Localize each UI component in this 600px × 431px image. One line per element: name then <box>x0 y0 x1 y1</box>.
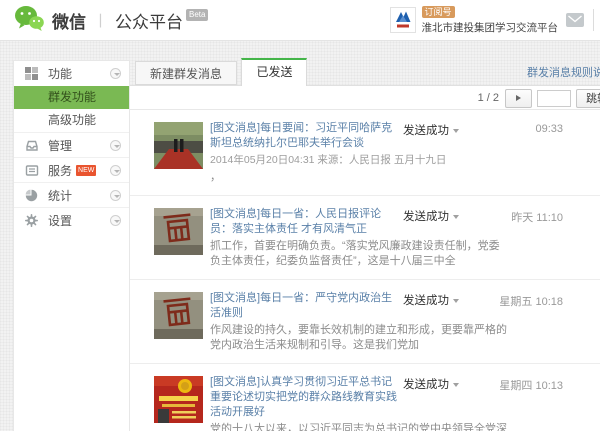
send-status-dropdown[interactable]: 发送成功 <box>403 122 459 138</box>
collapse-toggle-icon[interactable] <box>110 165 121 176</box>
main-content: 新建群发消息 已发送 群发消息规则说明 1 / 2 跳转 <box>130 41 600 431</box>
send-status-dropdown[interactable]: 发送成功 <box>403 376 459 392</box>
account-name: 淮北市建投集团学习交流平台 <box>422 20 559 35</box>
sidebar-item-advanced-features[interactable]: 高级功能 <box>14 109 129 132</box>
envelope-icon[interactable] <box>566 13 584 27</box>
collapse-toggle-icon[interactable] <box>110 215 121 226</box>
message-list-item[interactable]: [图文消息]每日一省：人民日报评论员：落实主体责任 才有风清气正 抓工作，首要在… <box>130 196 600 280</box>
message-digest: 作风建设的持久，要靠长效机制的建立和形成，更要靠严格的党内政治生活来规制和引导。… <box>210 323 510 353</box>
status-dropdown-caret <box>453 383 459 390</box>
page-indicator: 1 / 2 <box>478 92 499 104</box>
sidebar-label: 统计 <box>48 187 72 204</box>
sidebar-label: 服务 <box>48 162 72 179</box>
sidebar-submenu: 群发功能 高级功能 <box>14 86 129 132</box>
next-page-icon <box>516 95 524 101</box>
message-list-item[interactable]: [图文消息]每日要闻：习近平同哈萨克斯坦总统纳扎尔巴耶夫举行会谈 2014年05… <box>130 110 600 196</box>
wechat-logo-icon <box>14 5 44 36</box>
tab-sent[interactable]: 已发送 <box>241 58 307 86</box>
sidebar-item-statistics[interactable]: 统计 <box>14 182 129 207</box>
message-time: 星期五 10:18 <box>499 293 563 309</box>
send-status-label: 发送成功 <box>403 376 449 392</box>
tab-bar: 新建群发消息 已发送 群发消息规则说明 <box>130 58 600 85</box>
send-status-dropdown[interactable]: 发送成功 <box>403 208 459 224</box>
sidebar: 功能 群发功能 高级功能 管理 服务 <box>13 60 130 431</box>
message-digest: ， <box>210 170 510 185</box>
collapse-toggle-icon[interactable] <box>110 190 121 201</box>
thumbnail-stone-inscription[interactable] <box>154 208 203 255</box>
message-title-link[interactable]: [图文消息]每日要闻：习近平同哈萨克斯坦总统纳扎尔巴耶夫举行会谈 <box>210 121 402 151</box>
brand-divider: 丨 <box>93 10 108 31</box>
message-time: 昨天 11:10 <box>511 209 563 225</box>
brand: 微信 丨 公众平台 Beta <box>14 5 208 36</box>
message-list-item[interactable]: [图文消息]认真学习贯彻习近平总书记重要论述切实把党的群众路线教育实践活动开展好… <box>130 364 600 431</box>
sidebar-item-management[interactable]: 管理 <box>14 132 129 157</box>
send-status-label: 发送成功 <box>403 208 449 224</box>
mass-message-rules-link[interactable]: 群发消息规则说明 <box>527 64 600 80</box>
send-status-dropdown[interactable]: 发送成功 <box>403 292 459 308</box>
account-avatar[interactable] <box>390 7 416 33</box>
sidebar-label: 功能 <box>48 65 72 82</box>
message-list-item[interactable]: [图文消息]每日一省：严守党内政治生活准则 作风建设的持久，要靠长效机制的建立和… <box>130 280 600 364</box>
message-digest: 抓工作，首要在明确负责。“落实党风廉政建设责任制，党委负主体责任，纪委负监督责任… <box>210 239 510 269</box>
thumbnail-ceremony-photo[interactable] <box>154 122 203 169</box>
status-dropdown-caret <box>453 299 459 306</box>
tab-new-mass-message[interactable]: 新建群发消息 <box>135 61 237 85</box>
account-type-badge: 订阅号 <box>422 6 455 18</box>
new-feature-badge: NEW <box>76 165 96 176</box>
message-title-link[interactable]: [图文消息]每日一省：人民日报评论员：落实主体责任 才有风清气正 <box>210 207 402 237</box>
top-header: 微信 丨 公众平台 Beta 订阅号 淮北市建投集团学习交流平台 <box>0 0 600 41</box>
message-title-link[interactable]: [图文消息]每日一省：严守党内政治生活准则 <box>210 291 402 321</box>
beta-badge: Beta <box>186 9 208 21</box>
message-time: 星期四 10:13 <box>499 377 563 393</box>
message-title-link[interactable]: [图文消息]认真学习贯彻习近平总书记重要论述切实把党的群众路线教育实践活动开展好 <box>210 375 402 420</box>
sent-messages-panel: 1 / 2 跳转 <box>130 85 600 431</box>
message-time: 09:33 <box>535 123 563 135</box>
thumbnail-red-poster[interactable] <box>154 376 203 423</box>
gear-icon <box>25 213 39 227</box>
header-divider <box>593 9 594 31</box>
sidebar-label: 设置 <box>48 212 72 229</box>
page-jump-button[interactable]: 跳转 <box>576 89 600 108</box>
pagination: 1 / 2 跳转 <box>478 88 600 108</box>
message-list: [图文消息]每日要闻：习近平同哈萨克斯坦总统纳扎尔巴耶夫举行会谈 2014年05… <box>130 110 600 431</box>
message-meta: 2014年05月20日04:31 来源：人民日报 五月十九日 <box>210 153 510 168</box>
status-dropdown-caret <box>453 215 459 222</box>
pie-chart-icon <box>25 188 39 202</box>
wechat-mp-admin: 微信 丨 公众平台 Beta 订阅号 淮北市建投集团学习交流平台 <box>0 0 600 431</box>
inbox-icon <box>25 138 39 152</box>
sidebar-label: 管理 <box>48 137 72 154</box>
collapse-toggle-icon[interactable] <box>110 68 121 79</box>
sidebar-item-mass-messaging[interactable]: 群发功能 <box>14 86 129 109</box>
next-page-button[interactable] <box>505 89 532 108</box>
account-info[interactable]: 订阅号 淮北市建投集团学习交流平台 <box>390 6 595 35</box>
send-status-label: 发送成功 <box>403 122 449 138</box>
sidebar-item-features[interactable]: 功能 <box>14 61 129 86</box>
archive-icon <box>25 163 39 177</box>
message-digest: 党的十八大以来，以习近平同志为总书记的党中央领导全党深入开展以为民务实清廉为主要… <box>210 422 510 431</box>
page-jump-input[interactable] <box>537 90 571 107</box>
thumbnail-stone-inscription[interactable] <box>154 292 203 339</box>
message-body: [图文消息]每日要闻：习近平同哈萨克斯坦总统纳扎尔巴耶夫举行会谈 2014年05… <box>210 121 564 185</box>
sidebar-item-settings[interactable]: 设置 <box>14 207 129 232</box>
collapse-toggle-icon[interactable] <box>110 140 121 151</box>
grid-icon <box>25 67 39 81</box>
brand-product: 公众平台 <box>115 8 183 33</box>
sidebar-item-services[interactable]: 服务 NEW <box>14 157 129 182</box>
brand-wechat: 微信 <box>52 8 86 33</box>
status-dropdown-caret <box>453 129 459 136</box>
account-text: 订阅号 淮北市建投集团学习交流平台 <box>422 6 559 35</box>
send-status-label: 发送成功 <box>403 292 449 308</box>
